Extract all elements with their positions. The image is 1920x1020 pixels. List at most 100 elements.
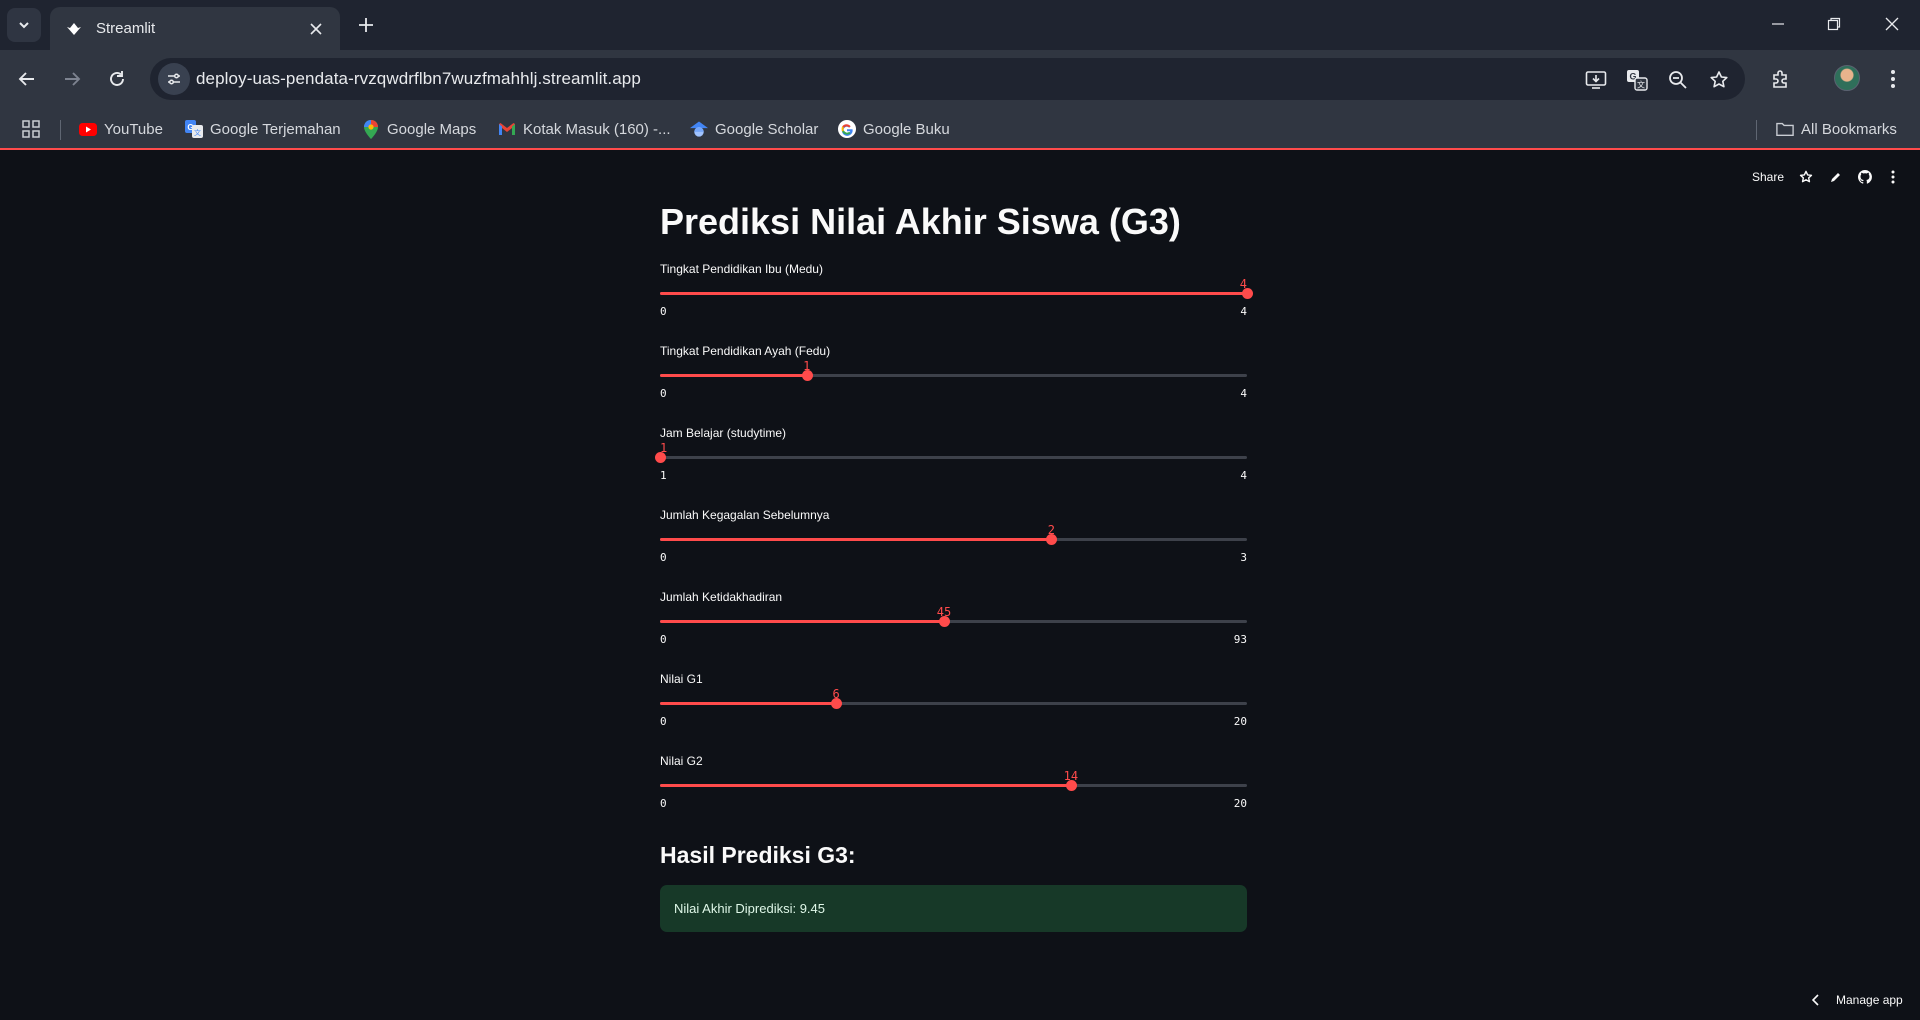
slider-min: 0 <box>660 551 667 564</box>
restore-icon <box>1827 17 1841 31</box>
slider-track[interactable] <box>660 780 1247 791</box>
slider-min: 0 <box>660 715 667 728</box>
bookmark-kotak-masuk[interactable]: Kotak Masuk (160) -... <box>498 118 671 140</box>
browser-toolbar: deploy-uas-pendata-rvzqwdrflbn7wuzfmahhl… <box>0 50 1920 108</box>
slider-min: 0 <box>660 387 667 400</box>
slider-min: 0 <box>660 305 667 318</box>
slider-absences[interactable]: Jumlah Ketidakhadiran 45 0 93 <box>660 590 1247 660</box>
active-tab[interactable]: Streamlit <box>50 7 340 50</box>
bookmark-label: Google Maps <box>387 120 477 138</box>
slider-g1[interactable]: Nilai G1 6 0 20 <box>660 672 1247 742</box>
slider-max: 4 <box>1240 387 1247 400</box>
slider-min: 1 <box>660 469 667 482</box>
folder-icon <box>1776 120 1794 138</box>
slider-max: 4 <box>1240 305 1247 318</box>
bookmark-google-buku[interactable]: Google Buku <box>838 118 950 140</box>
chevron-left-icon <box>1812 994 1819 1006</box>
bookmark-youtube[interactable]: YouTube <box>79 118 163 140</box>
github-icon[interactable] <box>1856 166 1874 188</box>
slider-max: 20 <box>1233 715 1247 728</box>
slider-label: Nilai G2 <box>660 754 703 768</box>
slider-fill <box>660 620 945 623</box>
slider-max: 20 <box>1233 797 1247 810</box>
slider-track[interactable] <box>660 616 1247 627</box>
minimize-button[interactable] <box>1758 8 1798 40</box>
gmail-icon <box>498 120 516 138</box>
manage-app-button[interactable]: Manage app <box>1812 988 1903 1012</box>
bookmarks-separator <box>60 120 61 140</box>
slider-track[interactable] <box>660 534 1247 545</box>
slider-min: 0 <box>660 633 667 646</box>
slider-studytime[interactable]: Jam Belajar (studytime) 1 1 4 <box>655 426 1247 496</box>
chevron-down-icon <box>19 22 29 29</box>
manage-app-label: Manage app <box>1836 993 1903 1007</box>
share-label: Share <box>1752 170 1785 184</box>
slider-thumb[interactable] <box>801 370 813 381</box>
edit-pencil-icon[interactable] <box>1827 166 1845 188</box>
slider-thumb[interactable] <box>1065 780 1077 791</box>
arrow-right-icon <box>65 72 81 86</box>
slider-thumb[interactable] <box>1242 288 1253 299</box>
translate-icon: G文 <box>185 120 203 138</box>
share-button[interactable]: Share <box>1752 166 1784 188</box>
slider-max: 4 <box>1240 469 1247 482</box>
slider-max: 93 <box>1233 633 1247 646</box>
site-info-button[interactable] <box>158 63 190 95</box>
close-window-button[interactable] <box>1872 8 1912 40</box>
bookmark-star-icon[interactable] <box>1706 67 1732 93</box>
bookmark-label: Google Terjemahan <box>210 120 341 138</box>
slider-label: Nilai G1 <box>660 672 703 686</box>
streamlit-favicon-icon <box>64 19 84 39</box>
page-title: Prediksi Nilai Akhir Siswa (G3) <box>660 201 1181 242</box>
slider-track[interactable] <box>660 370 1247 381</box>
favorite-star-icon[interactable] <box>1797 166 1815 188</box>
zoom-icon[interactable] <box>1665 67 1691 93</box>
slider-fedu[interactable]: Tingkat Pendidikan Ayah (Fedu) 1 0 4 <box>660 344 1247 414</box>
google-icon <box>838 120 856 138</box>
bookmark-google-maps[interactable]: Google Maps <box>362 118 476 140</box>
app-menu-icon[interactable] <box>1886 166 1900 188</box>
slider-label: Jumlah Ketidakhadiran <box>660 590 783 604</box>
extensions-icon[interactable] <box>1764 62 1798 96</box>
slider-thumb[interactable] <box>1046 534 1058 545</box>
restore-button[interactable] <box>1814 8 1854 40</box>
url-text: deploy-uas-pendata-rvzqwdrflbn7wuzfmahhl… <box>196 69 641 88</box>
slider-thumb[interactable] <box>831 698 843 709</box>
reload-button[interactable] <box>100 62 134 96</box>
back-button[interactable] <box>10 62 44 96</box>
tab-search-button[interactable] <box>7 8 41 42</box>
apps-grid-icon[interactable] <box>22 118 40 140</box>
translate-page-icon[interactable]: G文 <box>1624 67 1650 93</box>
minimize-icon <box>1772 23 1784 25</box>
slider-medu[interactable]: Tingkat Pendidikan Ibu (Medu) 4 0 4 <box>660 262 1253 332</box>
browser-menu-icon[interactable] <box>1876 62 1910 96</box>
new-tab-button[interactable] <box>352 11 380 39</box>
reload-icon <box>110 71 124 86</box>
address-bar[interactable]: deploy-uas-pendata-rvzqwdrflbn7wuzfmahhl… <box>150 58 1745 100</box>
all-bookmarks-label: All Bookmarks <box>1801 120 1897 138</box>
all-bookmarks-button[interactable]: All Bookmarks <box>1776 118 1897 140</box>
bookmark-google-terjemahan[interactable]: G文 Google Terjemahan <box>185 118 341 140</box>
forward-button[interactable] <box>55 62 89 96</box>
streamlit-app: Share Prediksi Nilai Akhir Siswa (G3) Ti… <box>0 152 1920 1020</box>
slider-thumb[interactable] <box>655 452 666 463</box>
bookmark-label: YouTube <box>104 120 163 138</box>
result-heading: Hasil Prediksi G3: <box>660 842 856 868</box>
slider-label: Tingkat Pendidikan Ayah (Fedu) <box>660 344 831 358</box>
slider-track[interactable] <box>660 698 1247 709</box>
slider-fill <box>660 784 1071 787</box>
slider-g2[interactable]: Nilai G2 14 0 20 <box>660 754 1247 824</box>
profile-avatar[interactable] <box>1834 65 1860 91</box>
bookmarks-bar: YouTube G文 Google Terjemahan Google Maps… <box>0 108 1920 150</box>
slider-thumb[interactable] <box>939 616 951 627</box>
close-tab-icon[interactable] <box>306 19 326 39</box>
slider-failures[interactable]: Jumlah Kegagalan Sebelumnya 2 0 3 <box>660 508 1247 578</box>
tab-title: Streamlit <box>96 20 156 37</box>
bookmark-label: Google Buku <box>863 120 950 138</box>
slider-track[interactable] <box>655 452 1247 463</box>
bookmark-google-scholar[interactable]: Google Scholar <box>690 118 818 140</box>
tune-icon <box>168 73 180 85</box>
install-app-icon[interactable] <box>1583 67 1609 93</box>
slider-track[interactable] <box>660 288 1253 299</box>
youtube-icon <box>79 120 97 138</box>
